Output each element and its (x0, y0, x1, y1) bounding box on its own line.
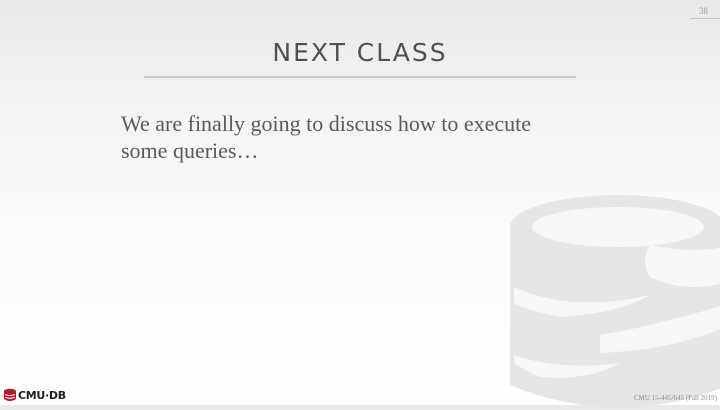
cmu-db-logo-icon (4, 388, 16, 401)
title-divider (144, 76, 576, 78)
page-number: 38 (699, 6, 708, 16)
slide: 38 NEXT CLASS We are finally going to di… (0, 0, 720, 408)
page-number-rule (690, 18, 720, 19)
cmu-db-logo: CMU·DB (3, 387, 66, 403)
slide-body-text: We are finally going to discuss how to e… (121, 111, 532, 163)
slide-title: NEXT CLASS (272, 38, 448, 67)
database-watermark-icon (510, 195, 720, 408)
logo-text: CMU·DB (18, 388, 66, 402)
course-label: CMU 15-445/645 (Fall 2019) (633, 394, 717, 402)
